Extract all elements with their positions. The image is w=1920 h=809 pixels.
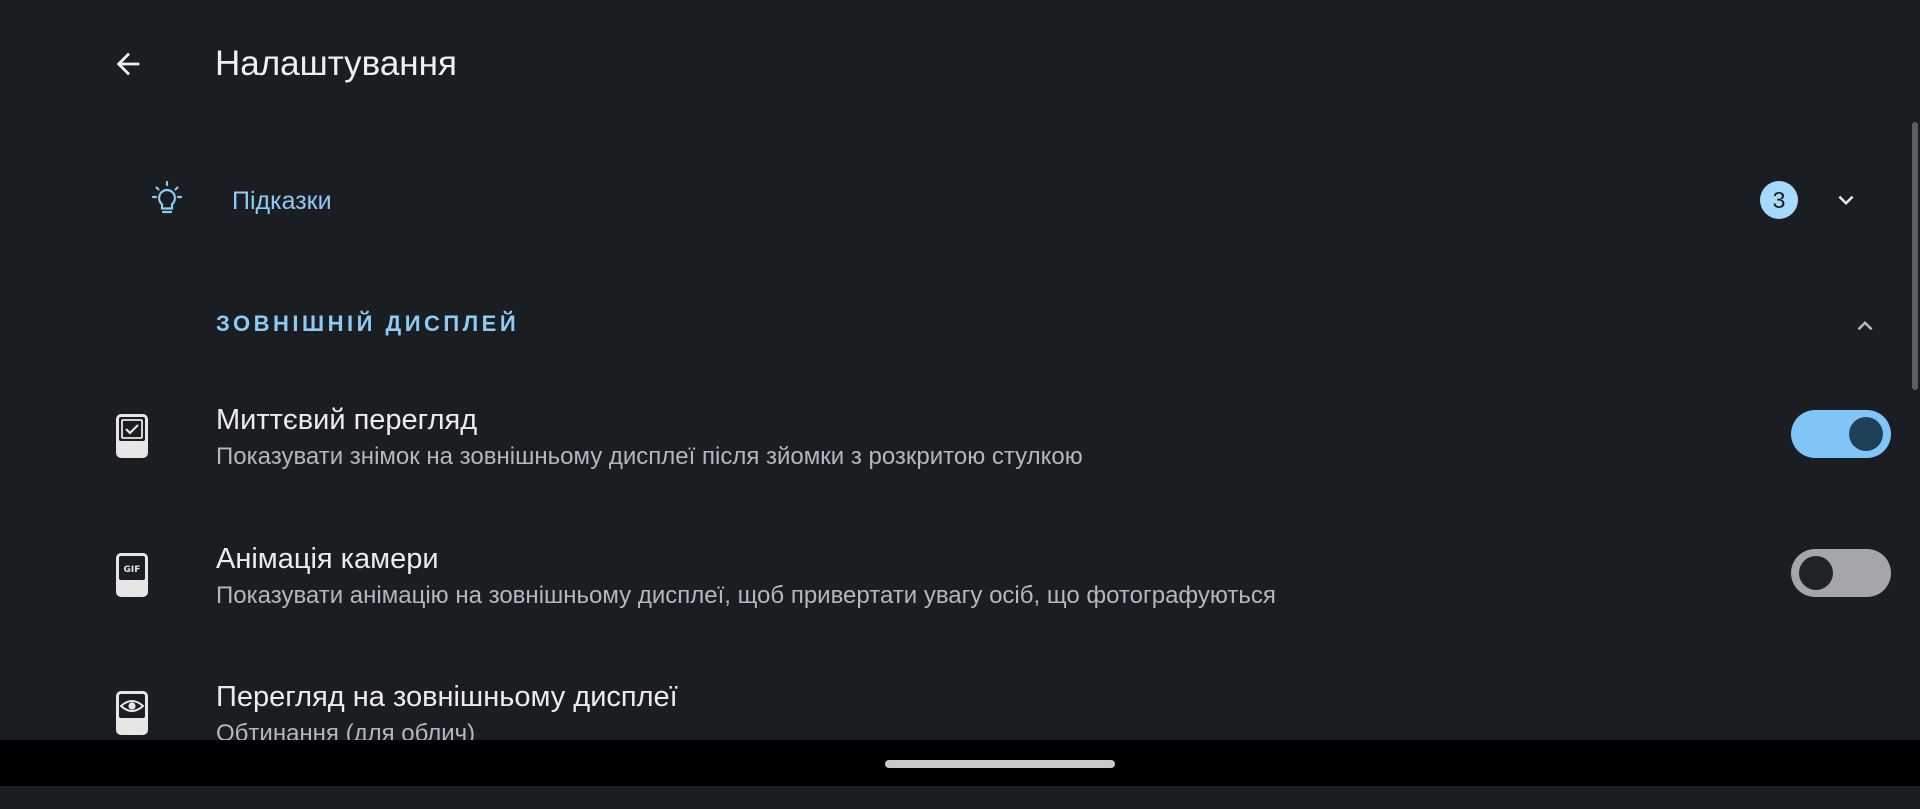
eye-icon xyxy=(116,691,148,735)
toggle-thumb xyxy=(1849,417,1883,451)
setting-title: Перегляд на зовнішньому дисплеї xyxy=(216,681,678,713)
section-header: ЗОВНІШНІЙ ДИСПЛЕЙ xyxy=(0,296,1920,356)
lightbulb-icon xyxy=(151,180,183,214)
section-collapse-button[interactable] xyxy=(1845,306,1885,346)
hints-label: Підказки xyxy=(232,187,332,215)
page-title: Налаштування xyxy=(215,44,457,83)
svg-text:GIF: GIF xyxy=(124,565,141,575)
quick-view-toggle[interactable] xyxy=(1791,410,1891,458)
setting-quick-view[interactable]: Миттєвий перегляд Показувати знімок на з… xyxy=(0,402,1920,532)
setting-camera-animation[interactable]: GIF Анімація камери Показувати анімацію … xyxy=(0,541,1920,671)
arrow-back-icon xyxy=(116,52,140,76)
camera-animation-toggle[interactable] xyxy=(1791,549,1891,597)
back-button[interactable] xyxy=(104,40,152,88)
hints-count-badge: 3 xyxy=(1760,181,1798,219)
section-title: ЗОВНІШНІЙ ДИСПЛЕЙ xyxy=(216,311,520,336)
scrollbar[interactable] xyxy=(1912,122,1918,390)
setting-title: Анімація камери xyxy=(216,543,439,575)
quick-view-icon xyxy=(116,414,148,458)
hints-row[interactable]: Підказки 3 xyxy=(130,160,1880,240)
toggle-thumb xyxy=(1799,556,1833,590)
setting-summary: Показувати знімок на зовнішньому дисплеї… xyxy=(216,443,1083,470)
setting-title: Миттєвий перегляд xyxy=(216,404,478,436)
chevron-up-icon xyxy=(1857,321,1873,331)
chevron-down-icon xyxy=(1838,195,1854,205)
navigation-bar xyxy=(0,740,1920,786)
gesture-handle[interactable] xyxy=(885,760,1115,768)
app-bar: Налаштування xyxy=(0,0,1920,128)
gif-icon: GIF xyxy=(116,553,148,597)
hints-expand-button[interactable] xyxy=(1826,180,1866,220)
setting-summary: Показувати анімацію на зовнішньому диспл… xyxy=(216,582,1276,609)
